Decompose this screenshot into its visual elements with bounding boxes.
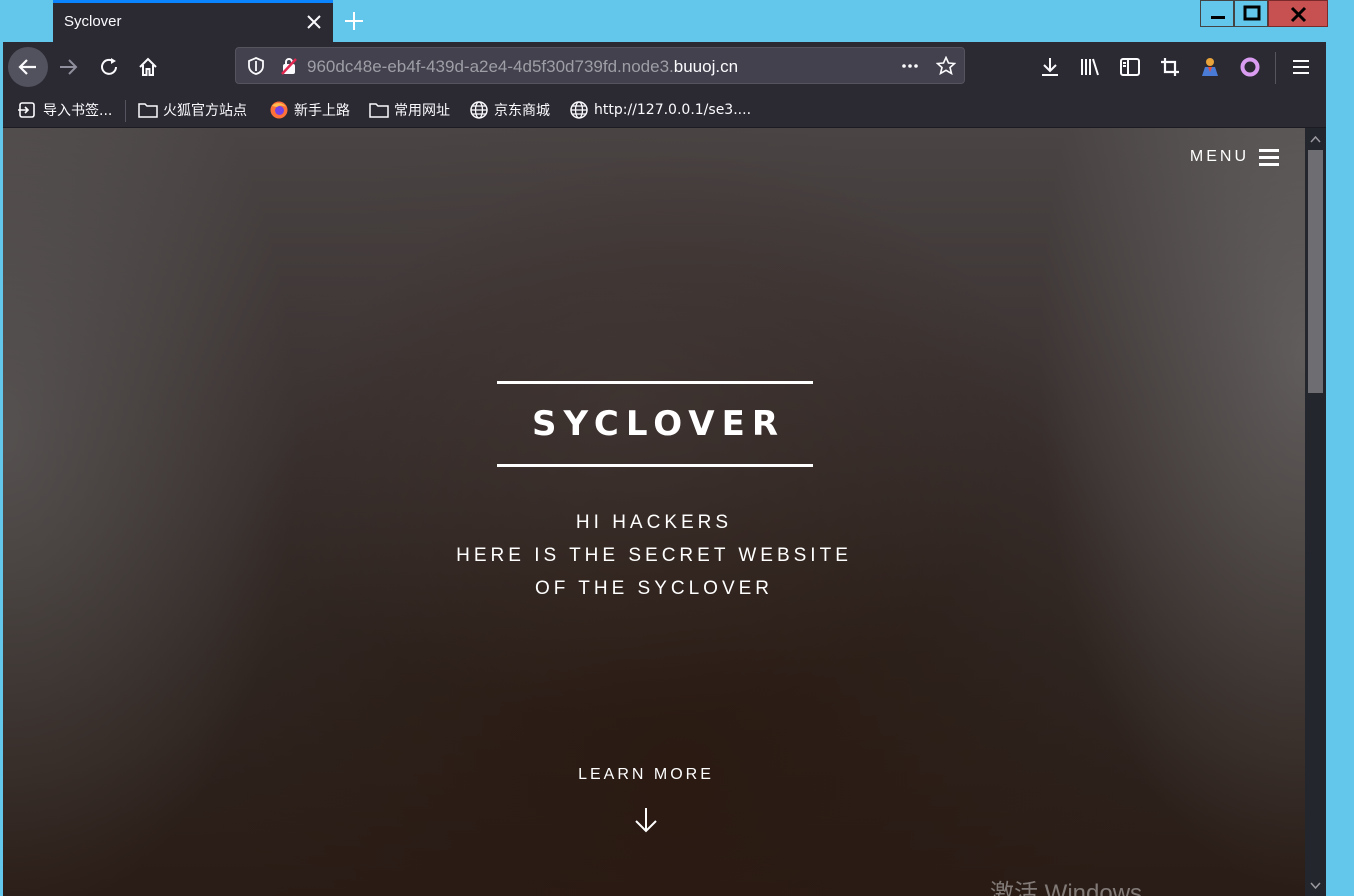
minimize-button[interactable]: [1200, 0, 1234, 27]
arrow-left-icon: [18, 59, 36, 75]
tab-title: Syclover: [64, 13, 122, 30]
scrollbar-thumb[interactable]: [1308, 150, 1323, 393]
bookmark-firefox-official[interactable]: 火狐官方站点: [138, 99, 247, 121]
maximize-icon: [1243, 5, 1261, 21]
tagline-line: HI HACKERS: [575, 512, 733, 533]
reload-icon: [101, 58, 117, 75]
url-prefix: 960dc48e-eb4f-439d-a2e4-4d5f30d739fd.nod…: [307, 57, 674, 76]
bookmark-label: http://127.0.0.1/se3....: [594, 102, 752, 118]
bookmark-label: 京东商城: [494, 103, 550, 119]
toolbar-separator: [1275, 52, 1276, 84]
bookmark-import[interactable]: 导入书签...: [18, 99, 112, 121]
reload-button[interactable]: [89, 47, 129, 87]
url-domain: buuoj.cn: [673, 57, 739, 76]
arrow-right-icon: [60, 59, 78, 75]
bookmark-separator: [125, 100, 126, 122]
globe-icon: [570, 101, 588, 119]
more-actions-icon[interactable]: [900, 56, 920, 76]
window-close-icon: [1290, 6, 1307, 23]
bookmark-getting-started[interactable]: 新手上路: [269, 99, 350, 121]
bookmark-jd-mall[interactable]: 京东商城: [469, 99, 550, 121]
extension-agent-icon[interactable]: [1199, 56, 1221, 78]
menu-label: MENU: [1189, 148, 1249, 165]
hamburger-icon: [1259, 148, 1281, 166]
brand-box: SYCLOVER: [497, 381, 813, 467]
maximize-button[interactable]: [1234, 0, 1268, 27]
site-title: SYCLOVER: [531, 404, 785, 444]
scroll-down-icon[interactable]: [1309, 880, 1322, 892]
bookmarks-toolbar: 导入书签... 火狐官方站点 新手上路 常用网址 京东商城 http://127…: [3, 92, 1326, 128]
home-icon: [139, 57, 157, 76]
forward-button[interactable]: [48, 47, 88, 87]
tagline: HI HACKERS HERE IS THE SECRET WEBSITE OF…: [354, 506, 954, 605]
bookmark-localhost[interactable]: http://127.0.0.1/se3....: [569, 99, 751, 121]
folder-icon: [369, 103, 389, 118]
page-content: MENU SYCLOVER HI HACKERS HERE IS THE SEC…: [3, 128, 1305, 896]
insecure-lock-icon[interactable]: [279, 56, 299, 76]
menu-button[interactable]: MENU: [1190, 148, 1281, 166]
url-bar[interactable]: 960dc48e-eb4f-439d-a2e4-4d5f30d739fd.nod…: [235, 47, 965, 84]
window-frame-right: [1328, 0, 1354, 896]
bookmark-star-icon[interactable]: [936, 56, 956, 76]
back-button[interactable]: [8, 47, 48, 87]
windows-activation-watermark: 激活 Windows: [990, 880, 1143, 896]
arrow-down-icon[interactable]: [633, 806, 659, 834]
window-controls: [1200, 0, 1328, 27]
library-icon[interactable]: [1079, 56, 1101, 78]
window-close-button[interactable]: [1268, 0, 1328, 27]
minimize-icon: [1211, 16, 1225, 19]
navigation-toolbar: 960dc48e-eb4f-439d-a2e4-4d5f30d739fd.nod…: [3, 42, 1326, 92]
tagline-line: OF THE SYCLOVER: [534, 578, 774, 599]
learn-more-link[interactable]: LEARN MORE: [503, 766, 789, 784]
bookmark-label: 常用网址: [394, 103, 450, 119]
url-text[interactable]: 960dc48e-eb4f-439d-a2e4-4d5f30d739fd.nod…: [307, 57, 738, 77]
firefox-icon: [270, 101, 288, 119]
tagline-line: HERE IS THE SECRET WEBSITE: [456, 545, 852, 566]
bookmark-label: 导入书签...: [43, 103, 113, 119]
hamburger-menu-icon[interactable]: [1290, 56, 1312, 78]
close-icon[interactable]: [303, 11, 325, 33]
download-icon[interactable]: [1039, 56, 1061, 78]
vertical-scrollbar[interactable]: [1305, 128, 1326, 896]
bookmark-label: 火狐官方站点: [163, 103, 247, 119]
new-tab-icon[interactable]: [341, 8, 367, 34]
extension-ring-icon[interactable]: [1239, 56, 1261, 78]
folder-icon: [138, 103, 158, 118]
tab-syclover[interactable]: Syclover: [53, 0, 333, 42]
import-icon: [18, 102, 35, 118]
home-button[interactable]: [128, 47, 168, 87]
globe-icon: [470, 101, 488, 119]
bookmark-common-sites[interactable]: 常用网址: [369, 99, 450, 121]
screenshot-crop-icon[interactable]: [1159, 56, 1181, 78]
sidebar-icon[interactable]: [1119, 56, 1141, 78]
scroll-up-icon[interactable]: [1309, 133, 1322, 145]
shield-icon[interactable]: [246, 56, 266, 76]
bookmark-label: 新手上路: [294, 103, 350, 119]
title-bar: Syclover: [0, 0, 1354, 42]
